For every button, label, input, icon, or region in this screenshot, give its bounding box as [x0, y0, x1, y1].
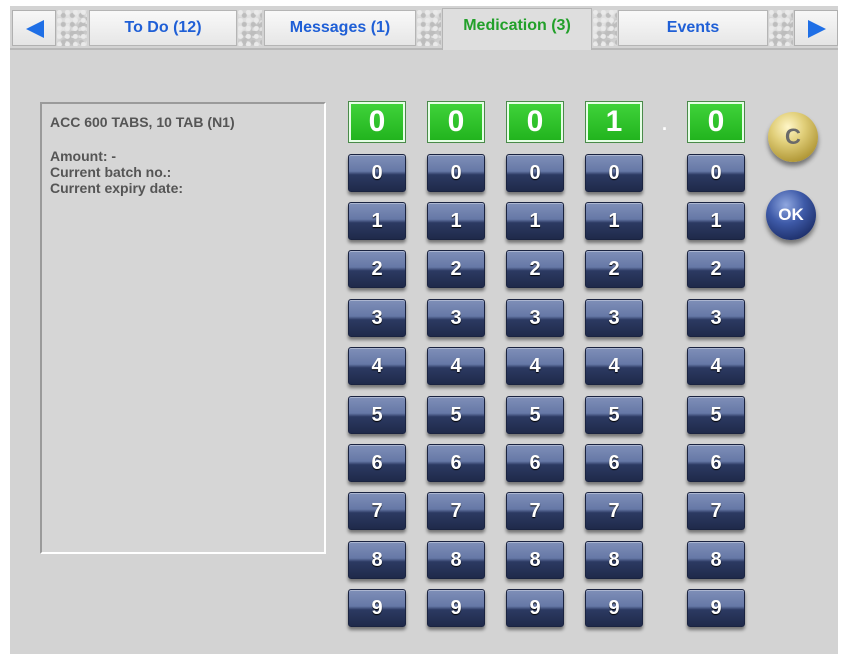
key-col2-0[interactable]: 0 — [427, 154, 485, 192]
medication-info-panel: ACC 600 TABS, 10 TAB (N1) Amount: - Curr… — [40, 102, 326, 554]
key-col4-4[interactable]: 4 — [585, 347, 643, 385]
key-col2-6[interactable]: 6 — [427, 444, 485, 482]
key-col4-3[interactable]: 3 — [585, 299, 643, 337]
arrow-right-icon — [808, 20, 826, 38]
key-col3-6[interactable]: 6 — [506, 444, 564, 482]
digit-display-4: 1 — [586, 102, 642, 142]
key-col4-8[interactable]: 8 — [585, 541, 643, 579]
key-col3-4[interactable]: 4 — [506, 347, 564, 385]
digit-display-3: 0 — [507, 102, 563, 142]
key-col1-6[interactable]: 6 — [348, 444, 406, 482]
decimal-separator: . — [662, 114, 668, 134]
expiry-label: Current expiry date: — [50, 180, 184, 196]
arrow-left-icon — [26, 20, 44, 38]
key-col5-9[interactable]: 9 — [687, 589, 745, 627]
key-col4-9[interactable]: 9 — [585, 589, 643, 627]
key-col3-9[interactable]: 9 — [506, 589, 564, 627]
digit-display-2: 0 — [428, 102, 484, 142]
ok-button[interactable]: OK — [766, 190, 816, 240]
batch-label: Current batch no.: — [50, 164, 172, 180]
key-col2-8[interactable]: 8 — [427, 541, 485, 579]
key-col3-1[interactable]: 1 — [506, 202, 564, 240]
key-col5-6[interactable]: 6 — [687, 444, 745, 482]
clear-button[interactable]: C — [768, 112, 818, 162]
key-col4-0[interactable]: 0 — [585, 154, 643, 192]
tab-messages[interactable]: Messages (1) — [264, 10, 416, 46]
tab-bar: To Do (12) Messages (1) Medication (3) E… — [10, 6, 838, 50]
key-col5-0[interactable]: 0 — [687, 154, 745, 192]
key-col3-0[interactable]: 0 — [506, 154, 564, 192]
tab-separator — [238, 10, 262, 46]
key-col3-3[interactable]: 3 — [506, 299, 564, 337]
key-col3-7[interactable]: 7 — [506, 492, 564, 530]
key-col1-4[interactable]: 4 — [348, 347, 406, 385]
digit-display-1: 0 — [349, 102, 405, 142]
key-col5-1[interactable]: 1 — [687, 202, 745, 240]
key-col3-5[interactable]: 5 — [506, 396, 564, 434]
key-col4-1[interactable]: 1 — [585, 202, 643, 240]
key-col1-1[interactable]: 1 — [348, 202, 406, 240]
key-col1-0[interactable]: 0 — [348, 154, 406, 192]
product-name: ACC 600 TABS, 10 TAB (N1) — [50, 114, 235, 130]
key-col5-7[interactable]: 7 — [687, 492, 745, 530]
key-col5-5[interactable]: 5 — [687, 396, 745, 434]
key-col4-2[interactable]: 2 — [585, 250, 643, 288]
previous-tab-button[interactable] — [12, 10, 56, 46]
key-col2-5[interactable]: 5 — [427, 396, 485, 434]
key-col2-2[interactable]: 2 — [427, 250, 485, 288]
key-col2-9[interactable]: 9 — [427, 589, 485, 627]
tab-separator — [417, 10, 441, 46]
key-col2-3[interactable]: 3 — [427, 299, 485, 337]
key-col1-2[interactable]: 2 — [348, 250, 406, 288]
key-col3-2[interactable]: 2 — [506, 250, 564, 288]
tab-todo[interactable]: To Do (12) — [89, 10, 237, 46]
key-col4-7[interactable]: 7 — [585, 492, 643, 530]
key-col1-5[interactable]: 5 — [348, 396, 406, 434]
app-window: To Do (12) Messages (1) Medication (3) E… — [10, 6, 838, 654]
key-col2-1[interactable]: 1 — [427, 202, 485, 240]
key-col1-3[interactable]: 3 — [348, 299, 406, 337]
tab-separator — [769, 10, 793, 46]
key-col3-8[interactable]: 8 — [506, 541, 564, 579]
tab-events[interactable]: Events — [618, 10, 768, 46]
tab-separator — [593, 10, 617, 46]
key-col5-3[interactable]: 3 — [687, 299, 745, 337]
key-col2-7[interactable]: 7 — [427, 492, 485, 530]
key-col5-2[interactable]: 2 — [687, 250, 745, 288]
key-col1-9[interactable]: 9 — [348, 589, 406, 627]
key-col2-4[interactable]: 4 — [427, 347, 485, 385]
key-col4-5[interactable]: 5 — [585, 396, 643, 434]
key-col5-4[interactable]: 4 — [687, 347, 745, 385]
next-tab-button[interactable] — [794, 10, 838, 46]
key-col4-6[interactable]: 6 — [585, 444, 643, 482]
tab-separator — [57, 10, 87, 46]
key-col1-7[interactable]: 7 — [348, 492, 406, 530]
key-col1-8[interactable]: 8 — [348, 541, 406, 579]
key-col5-8[interactable]: 8 — [687, 541, 745, 579]
tab-medication[interactable]: Medication (3) — [442, 8, 592, 50]
digit-display-5: 0 — [688, 102, 744, 142]
amount-label: Amount: - — [50, 148, 117, 164]
